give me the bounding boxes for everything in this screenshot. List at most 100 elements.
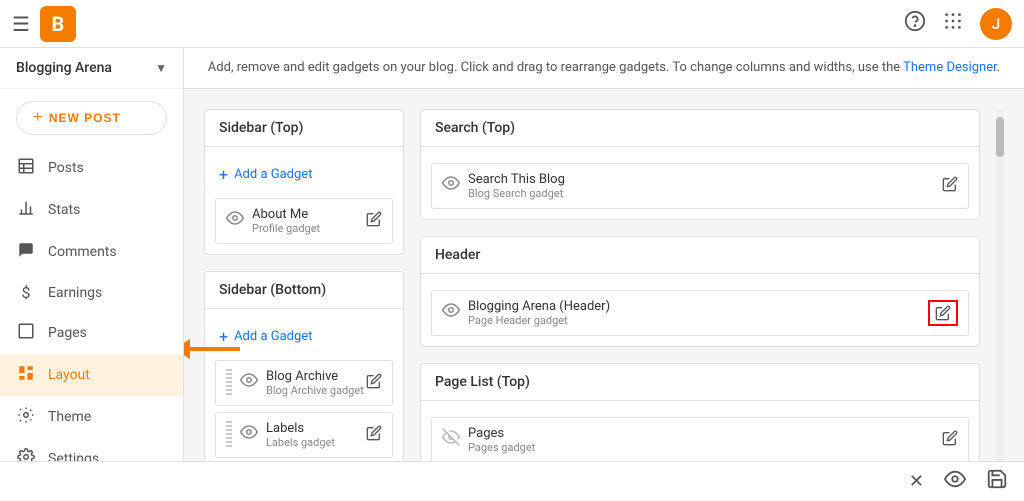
labels-edit-icon[interactable] — [366, 425, 382, 445]
earnings-icon: $ — [16, 283, 36, 302]
stats-icon — [16, 199, 36, 221]
posts-icon — [16, 157, 36, 179]
search-name: Search This Blog — [468, 172, 942, 187]
visibility-hidden-icon[interactable] — [442, 428, 460, 451]
blog-archive-edit-icon[interactable] — [366, 373, 382, 393]
topbar-right: J — [904, 8, 1012, 40]
sidebar-bottom-header: Sidebar (Bottom) — [205, 272, 403, 309]
sidebar: Blogging Arena ▼ + NEW POST Posts Stats — [0, 48, 184, 461]
about-me-info: About Me Profile gadget — [252, 207, 366, 235]
sidebar-header: Blogging Arena ▼ — [0, 48, 183, 89]
info-bar: Add, remove and edit gadgets on your blo… — [184, 48, 1024, 89]
sidebar-item-posts[interactable]: Posts — [0, 147, 183, 189]
search-info: Search This Blog Blog Search gadget — [468, 172, 942, 200]
labels-gadget: Labels Labels gadget — [215, 412, 393, 458]
about-me-name: About Me — [252, 207, 366, 222]
sidebar-bottom-content: + Add a Gadget Blog Archive Blog Archive… — [205, 309, 403, 462]
sidebar-item-layout[interactable]: Layout — [0, 354, 183, 396]
theme-icon — [16, 406, 36, 428]
header-gadget: Blogging Arena (Header) Page Header gadg… — [431, 290, 969, 336]
sidebar-item-stats[interactable]: Stats — [0, 189, 183, 231]
visibility-icon[interactable] — [442, 174, 460, 197]
sidebar-top-section: Sidebar (Top) + Add a Gadget About Me — [204, 109, 404, 255]
scrollbar[interactable] — [996, 109, 1004, 462]
bottom-bar: ✕ — [0, 461, 1024, 501]
menu-icon[interactable]: ☰ — [12, 12, 30, 36]
layout-canvas: Sidebar (Top) + Add a Gadget About Me — [184, 89, 1024, 462]
settings-icon — [16, 448, 36, 461]
blogger-logo: B — [40, 6, 76, 42]
visibility-icon[interactable] — [240, 423, 258, 446]
sidebar-top-add-gadget[interactable]: + Add a Gadget — [215, 157, 393, 192]
search-edit-icon[interactable] — [942, 176, 958, 196]
visibility-icon[interactable] — [442, 301, 460, 324]
page-list-top-header: Page List (Top) — [421, 364, 979, 401]
search-top-header: Search (Top) — [421, 110, 979, 147]
close-button[interactable]: ✕ — [909, 471, 924, 492]
new-post-label: NEW POST — [49, 111, 121, 125]
main-layout: Blogging Arena ▼ + NEW POST Posts Stats — [0, 48, 1024, 461]
arrowhead-icon — [184, 339, 190, 359]
help-icon[interactable] — [904, 10, 926, 37]
drag-handle[interactable] — [226, 369, 232, 397]
search-sub: Blog Search gadget — [468, 187, 942, 200]
stats-label: Stats — [48, 202, 80, 218]
topbar-left: ☰ B — [12, 6, 76, 42]
labels-sub: Labels gadget — [266, 436, 366, 449]
drag-handle[interactable] — [226, 421, 232, 449]
header-section: Header Blogging Arena (Header) Page Head… — [420, 236, 980, 347]
pages-edit-icon[interactable] — [942, 430, 958, 450]
layout-right: Search (Top) Search This Blog Blog Searc… — [420, 109, 980, 462]
add-gadget-label: Add a Gadget — [234, 167, 312, 182]
earnings-label: Earnings — [48, 285, 102, 301]
sidebar-top-content: + Add a Gadget About Me Profile gadget — [205, 147, 403, 254]
theme-designer-link[interactable]: Theme Designer — [903, 60, 997, 75]
pages-info: Pages Pages gadget — [468, 426, 942, 454]
comments-label: Comments — [48, 244, 117, 260]
pages-gadget-name: Pages — [468, 426, 942, 441]
info-text: Add, remove and edit gadgets on your blo… — [208, 60, 900, 75]
grid-icon[interactable] — [942, 10, 964, 37]
pages-gadget: Pages Pages gadget — [431, 417, 969, 462]
pages-label: Pages — [48, 325, 87, 341]
sidebar-item-pages[interactable]: Pages — [0, 312, 183, 354]
posts-label: Posts — [48, 160, 84, 176]
header-section-header: Header — [421, 237, 979, 274]
header-info: Blogging Arena (Header) Page Header gadg… — [468, 299, 928, 327]
header-gadget-name: Blogging Arena (Header) — [468, 299, 928, 314]
add-gadget-label: Add a Gadget — [234, 329, 312, 344]
sidebar-item-comments[interactable]: Comments — [0, 231, 183, 273]
preview-button[interactable] — [944, 468, 966, 495]
scrollbar-thumb[interactable] — [996, 117, 1004, 157]
blog-archive-name: Blog Archive — [266, 369, 366, 384]
blog-archive-info: Blog Archive Blog Archive gadget — [266, 369, 366, 397]
dropdown-icon[interactable]: ▼ — [155, 61, 167, 75]
layout-icon — [16, 364, 36, 386]
pages-icon — [16, 322, 36, 344]
header-edit-icon[interactable] — [928, 300, 958, 326]
visibility-icon[interactable] — [240, 371, 258, 394]
about-me-edit-icon[interactable] — [366, 211, 382, 231]
sidebar-item-theme[interactable]: Theme — [0, 396, 183, 438]
blog-archive-sub: Blog Archive gadget — [266, 384, 366, 397]
sidebar-top-header: Sidebar (Top) — [205, 110, 403, 147]
sidebar-item-earnings[interactable]: $ Earnings — [0, 273, 183, 312]
visibility-icon[interactable] — [226, 209, 244, 232]
comments-icon — [16, 241, 36, 263]
settings-label: Settings — [48, 451, 99, 461]
header-content: Blogging Arena (Header) Page Header gadg… — [421, 274, 979, 346]
page-list-top-section: Page List (Top) Pages Pages gadget — [420, 363, 980, 462]
save-button[interactable] — [986, 468, 1008, 495]
page-list-top-content: Pages Pages gadget — [421, 401, 979, 462]
layout-left: Sidebar (Top) + Add a Gadget About Me — [204, 109, 404, 462]
nav-items: Posts Stats Comments $ Earnings — [0, 147, 183, 461]
sidebar-bottom-section: Sidebar (Bottom) + Add a Gadget — [204, 271, 404, 462]
topbar: ☰ B J — [0, 0, 1024, 48]
sidebar-item-settings[interactable]: Settings — [0, 438, 183, 461]
layout-label: Layout — [48, 367, 90, 383]
arrow-shaft — [190, 347, 240, 351]
new-post-button[interactable]: + NEW POST — [16, 101, 167, 135]
avatar[interactable]: J — [980, 8, 1012, 40]
sidebar-bottom-add-gadget[interactable]: + Add a Gadget — [215, 319, 393, 354]
blog-name: Blogging Arena — [16, 60, 112, 76]
